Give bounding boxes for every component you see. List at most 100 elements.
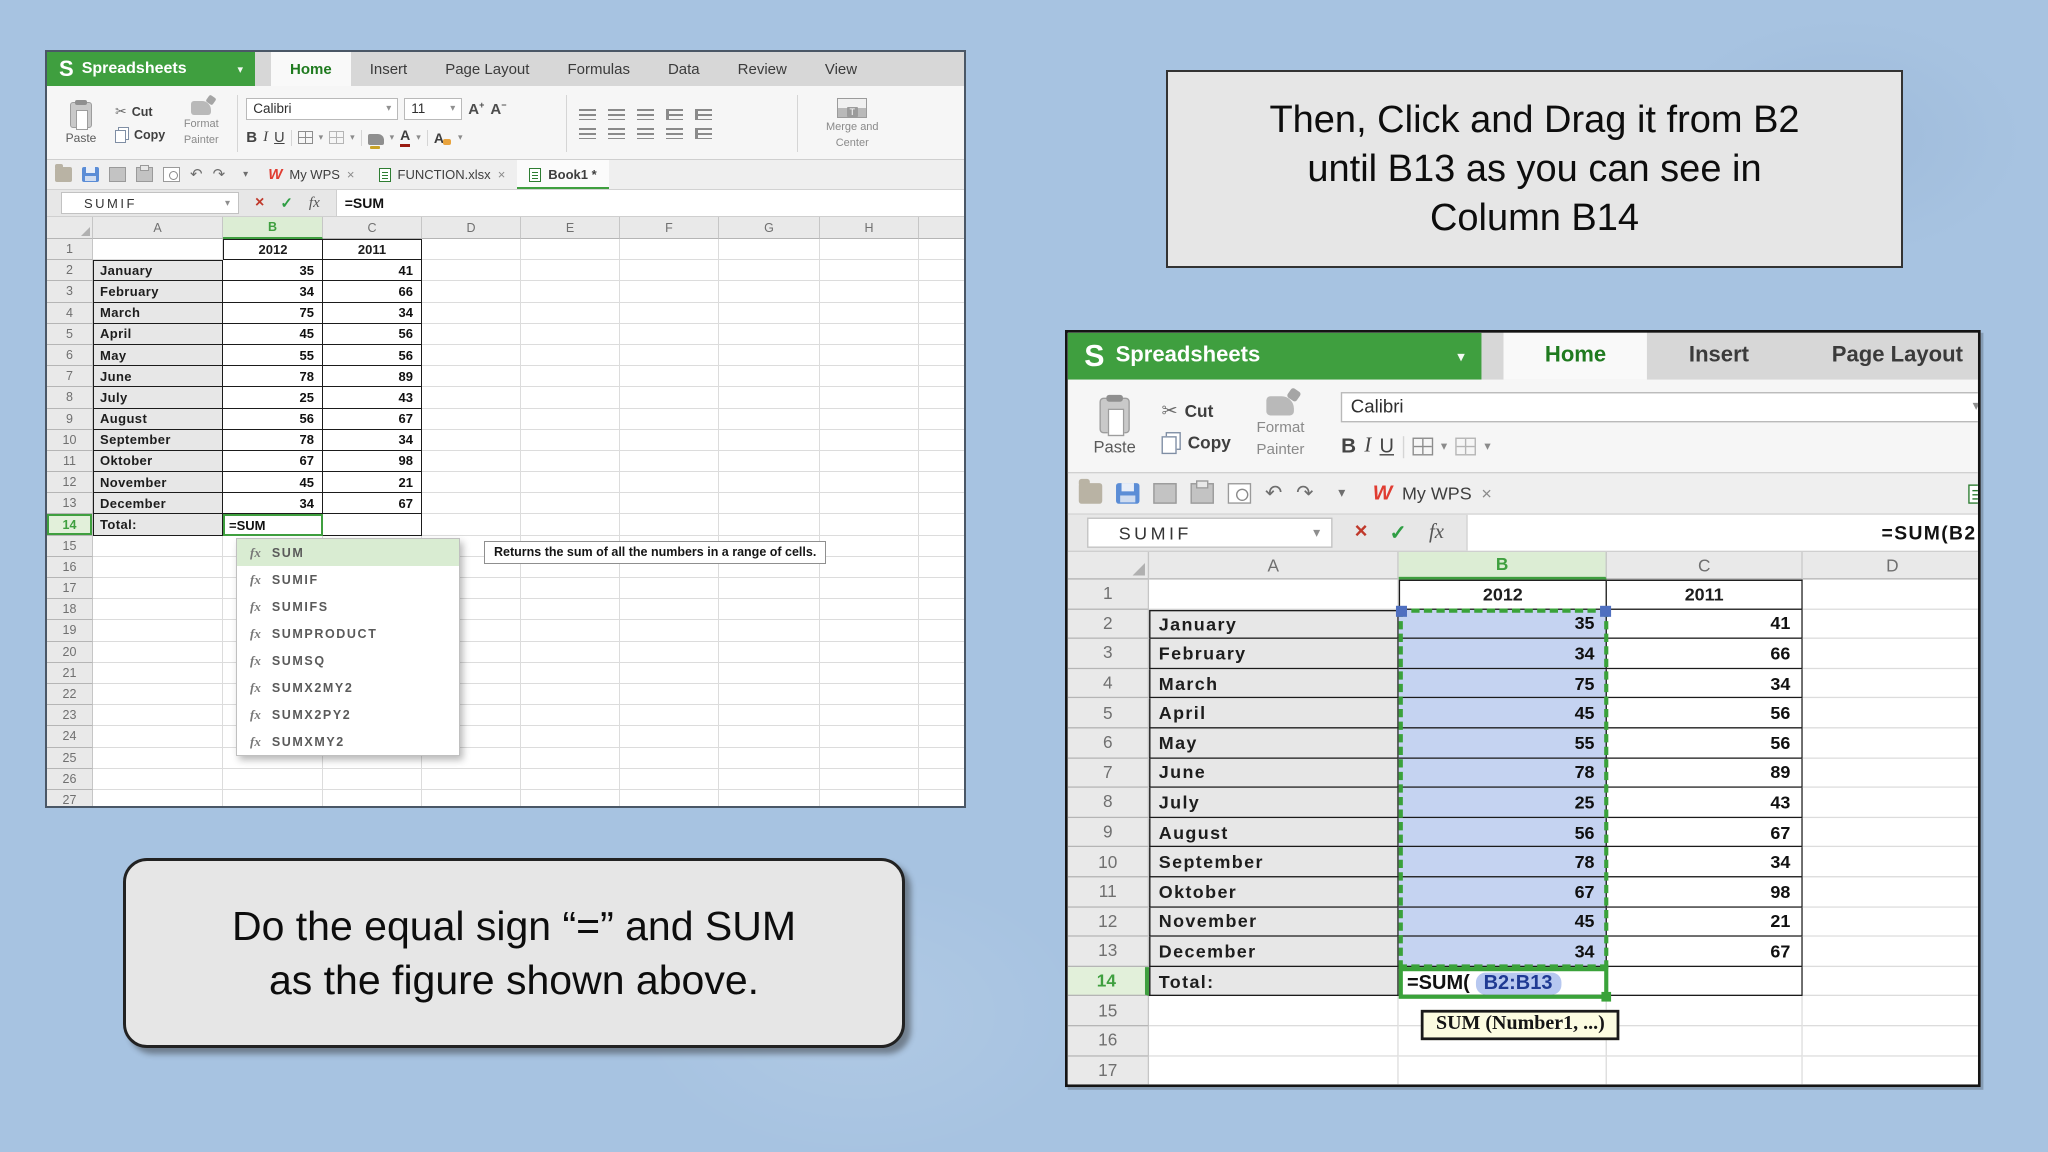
cell-A10[interactable]: September [1149, 847, 1399, 878]
increase-indent-button[interactable] [695, 108, 713, 120]
row-header-16[interactable]: 16 [1067, 1026, 1150, 1057]
cell-C11[interactable]: 98 [323, 450, 422, 473]
cell-F9[interactable] [620, 408, 719, 430]
cell-B11[interactable]: 67 [223, 450, 323, 473]
cell-H17[interactable] [820, 578, 919, 600]
cell-H6[interactable] [820, 344, 919, 367]
cell-C3[interactable]: 66 [323, 281, 422, 303]
cell-A3[interactable]: February [93, 281, 223, 303]
insert-function-icon[interactable]: fx [1429, 521, 1444, 544]
cell-H1[interactable] [820, 239, 919, 261]
justify-button[interactable] [666, 127, 684, 139]
cell-F18[interactable] [620, 599, 719, 621]
cell-H18[interactable] [820, 599, 919, 621]
chevron-down-icon[interactable]: ▾ [1327, 486, 1356, 501]
app-brand[interactable]: S Spreadsheets ▾ [47, 52, 255, 86]
copy-button[interactable]: Copy [1161, 432, 1231, 455]
cell-E7[interactable] [521, 366, 620, 388]
cell-H21[interactable] [820, 662, 919, 684]
cell-G25[interactable] [719, 747, 820, 769]
cell-D4[interactable] [422, 302, 521, 324]
cell-H15[interactable] [820, 535, 919, 557]
format-painter-button[interactable]: Format Painter [1242, 387, 1319, 468]
export-icon[interactable] [109, 167, 126, 182]
cell-E14[interactable] [521, 514, 620, 536]
font-name-select[interactable]: Calibri ▾ [246, 97, 399, 120]
selection-handle[interactable] [1600, 605, 1612, 617]
cell-x23[interactable] [919, 705, 964, 727]
cell-F26[interactable] [620, 768, 719, 790]
chevron-down-icon[interactable]: ▾ [235, 169, 256, 180]
cell-F22[interactable] [620, 683, 719, 706]
cell-F4[interactable] [620, 302, 719, 324]
cell-F1[interactable] [620, 239, 719, 261]
cell-B17[interactable] [1398, 1056, 1607, 1085]
cell-H16[interactable] [820, 556, 919, 578]
cell-A15[interactable] [1149, 996, 1399, 1027]
cell-F19[interactable] [620, 620, 719, 642]
name-box[interactable]: SUMIF ▾ [61, 192, 239, 214]
cell-C4[interactable]: 34 [1606, 668, 1803, 699]
cell-C10[interactable]: 34 [323, 429, 422, 451]
cell-x6[interactable] [919, 344, 964, 367]
row-header-14[interactable]: 14 [47, 514, 93, 536]
cell-B12[interactable]: 45 [223, 472, 323, 494]
decrease-font-button[interactable]: A− [490, 100, 506, 118]
chevron-down-icon[interactable]: ▾ [350, 132, 355, 143]
cell-D13[interactable] [422, 493, 521, 515]
cell-H8[interactable] [820, 387, 919, 409]
cell-B6[interactable]: 55 [223, 344, 323, 367]
cell-x19[interactable] [919, 620, 964, 642]
cell-B13[interactable]: 34 [223, 493, 323, 515]
cell-G11[interactable] [719, 450, 820, 473]
cell-G24[interactable] [719, 726, 820, 748]
font-color-button[interactable]: A [400, 127, 411, 147]
cell-A24[interactable] [93, 726, 223, 748]
cell-F23[interactable] [620, 705, 719, 727]
font-name-select[interactable]: Calibri ▾ [1341, 391, 1978, 422]
cell-E22[interactable] [521, 683, 620, 706]
cell-E5[interactable] [521, 323, 620, 345]
cell-E4[interactable] [521, 302, 620, 324]
cell-A6[interactable]: May [1149, 728, 1399, 759]
column-header-G[interactable]: G [719, 217, 820, 239]
cell-C6[interactable]: 56 [323, 344, 422, 367]
cell-H23[interactable] [820, 705, 919, 727]
print-preview-icon[interactable] [163, 167, 180, 182]
cell-A3[interactable]: February [1149, 639, 1399, 669]
cell-A14[interactable]: Total: [1149, 966, 1399, 997]
cell-A16[interactable] [93, 556, 223, 578]
formula-input[interactable]: =SUM(B2 [1465, 514, 1978, 551]
cell-A9[interactable]: August [93, 408, 223, 430]
cell-E10[interactable] [521, 429, 620, 451]
cell-G5[interactable] [719, 323, 820, 345]
cell-C3[interactable]: 66 [1606, 639, 1803, 669]
cell-A4[interactable]: March [93, 302, 223, 324]
cell-H14[interactable] [820, 514, 919, 536]
draw-border-button[interactable] [1455, 437, 1477, 456]
column-header-H[interactable]: H [820, 217, 919, 239]
cell-x26[interactable] [919, 768, 964, 790]
cell-D9[interactable] [1802, 817, 1978, 848]
cell-G2[interactable] [719, 260, 820, 282]
cell-G13[interactable] [719, 493, 820, 515]
row-header-7[interactable]: 7 [47, 366, 93, 388]
cell-C13[interactable]: 67 [323, 493, 422, 515]
column-header-B[interactable]: B [1398, 552, 1607, 580]
cell-G21[interactable] [719, 662, 820, 684]
cell-D1[interactable] [1802, 579, 1978, 610]
cell-G18[interactable] [719, 599, 820, 621]
row-header-5[interactable]: 5 [1067, 698, 1150, 729]
cell-D12[interactable] [1802, 907, 1978, 937]
cell-E19[interactable] [521, 620, 620, 642]
fill-color-button[interactable] [367, 133, 384, 149]
cell-A11[interactable]: Oktober [1149, 877, 1399, 908]
cell-H4[interactable] [820, 302, 919, 324]
copy-button[interactable]: Copy [115, 127, 165, 143]
doc-tab-2[interactable]: FUNCTION.xlsx × [367, 160, 518, 189]
format-painter-button[interactable]: Format Painter [173, 91, 229, 156]
cell-C1[interactable]: 2011 [323, 239, 422, 261]
wrap-text-button[interactable] [695, 127, 713, 139]
row-header-11[interactable]: 11 [47, 450, 93, 473]
cell-x7[interactable] [919, 366, 964, 388]
